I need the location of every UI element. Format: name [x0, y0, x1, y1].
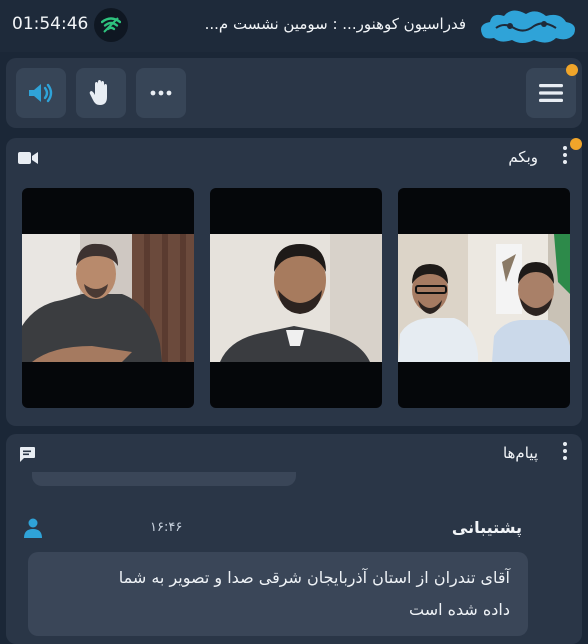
message-text: آقای تندران از استان آذربایجان شرقی صدا … — [40, 562, 510, 626]
messages-panel-title: پیام‌ها — [502, 444, 538, 462]
speaker-icon — [29, 83, 53, 103]
video-camera-icon — [18, 150, 38, 169]
webcam-notification-dot — [570, 138, 582, 150]
controls-panel — [6, 58, 582, 128]
menu-notification-dot — [566, 64, 578, 76]
hamburger-menu-icon — [539, 84, 563, 102]
connection-signal-icon — [94, 8, 128, 42]
speaker-button[interactable] — [16, 68, 66, 118]
session-clock: 01:54:46 — [12, 14, 89, 34]
more-dots-icon — [150, 90, 172, 96]
video-tile-participant-3[interactable] — [398, 188, 570, 408]
participant-3-video — [398, 234, 570, 362]
message-bubble: آقای تندران از استان آذربایجان شرقی صدا … — [28, 552, 528, 636]
message-sender: پشتیبانی — [451, 518, 522, 537]
message-timestamp: ۱۶:۴۶ — [150, 520, 183, 535]
raise-hand-button[interactable] — [76, 68, 126, 118]
user-avatar-icon — [24, 518, 42, 542]
previous-message-bubble — [32, 472, 296, 486]
main-menu-button[interactable] — [526, 68, 576, 118]
participant-1-video — [22, 234, 194, 362]
top-bar: 01:54:46 فدراسیون کوهنور... : سومین نشست… — [0, 0, 588, 52]
webcam-panel-menu-button[interactable] — [562, 146, 568, 167]
raise-hand-icon — [89, 80, 107, 105]
webcam-panel-title: وبکم — [508, 148, 538, 166]
messages-panel-menu-button[interactable] — [562, 442, 568, 463]
cloud-logo-icon — [474, 4, 582, 52]
participant-2-video — [210, 234, 382, 362]
chat-bubble-icon — [18, 446, 36, 468]
webcam-panel: وبکم — [6, 138, 582, 426]
message-text-line-2: داده شده است — [409, 600, 510, 619]
video-tile-participant-1[interactable] — [22, 188, 194, 408]
message-text-line-1: آقای تندران از استان آذربایجان شرقی صدا … — [118, 568, 510, 587]
more-options-button[interactable] — [136, 68, 186, 118]
messages-panel: پیام‌ها ۱۶:۴۶ پشتیبانی آقای تندران از اس… — [6, 434, 582, 644]
meeting-title: فدراسیون کوهنور... : سومین نشست م... — [204, 15, 466, 33]
video-tile-participant-2[interactable] — [210, 188, 382, 408]
